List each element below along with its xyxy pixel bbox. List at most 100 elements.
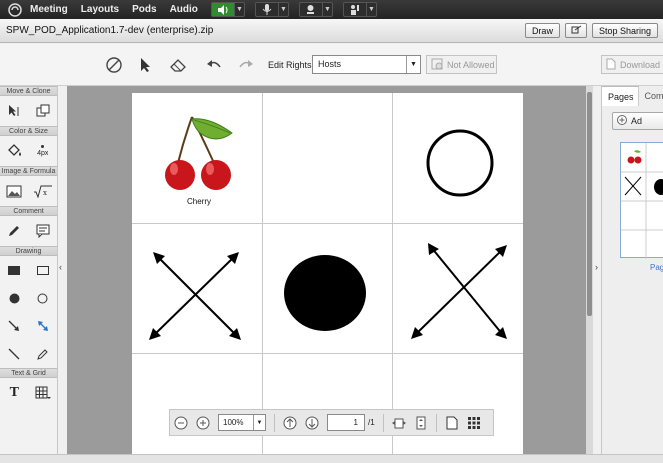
whiteboard-page[interactable]: Cherry — [132, 93, 523, 454]
chevron-down-icon[interactable]: ▼ — [233, 2, 244, 17]
image-icon[interactable] — [0, 176, 29, 206]
page-number-input[interactable]: 1 — [327, 414, 365, 431]
select-tool-icon[interactable] — [0, 96, 29, 126]
status-control[interactable]: ▼ — [342, 2, 377, 17]
download-label: Download — [620, 59, 661, 70]
double-arrow-tool-icon[interactable] — [29, 311, 58, 341]
whiteboard-canvas[interactable]: Cherry 100% ▼ 1 /1 — [67, 86, 593, 454]
chevron-down-icon[interactable]: ▼ — [277, 2, 288, 17]
next-page-icon[interactable] — [301, 416, 323, 430]
menu-layouts[interactable]: Layouts — [81, 4, 119, 15]
speaker-icon — [211, 3, 234, 16]
collapse-left-icon[interactable]: ‹ — [59, 262, 67, 272]
pod-title-bar: SPW_POD_Application1.7-dev (enterprise).… — [0, 19, 663, 43]
arrow-tool-icon[interactable] — [0, 311, 29, 341]
edit-rights-label: Edit Rights : — [268, 60, 317, 70]
divider — [274, 413, 275, 432]
pen-tool-icon[interactable] — [29, 339, 58, 369]
menu-meeting[interactable]: Meeting — [30, 4, 68, 15]
menu-pods[interactable]: Pods — [132, 4, 156, 15]
grid-line — [262, 93, 263, 454]
crossed-arrows-shape[interactable] — [145, 248, 245, 348]
section-image-formula: Image & Formula — [0, 166, 57, 176]
download-button[interactable]: Download — [601, 55, 663, 74]
filled-rectangle-icon[interactable] — [0, 255, 29, 285]
formula-icon[interactable]: x — [29, 176, 58, 206]
pointer-icon[interactable] — [136, 55, 156, 75]
line-tool-icon[interactable] — [0, 339, 29, 369]
vertical-scrollbar[interactable] — [586, 86, 593, 454]
previous-page-icon[interactable] — [279, 416, 301, 430]
sync-icon — [570, 25, 582, 37]
fit-width-icon[interactable] — [388, 416, 410, 430]
pages-panel: Pages Comm Ad Pag — [601, 86, 663, 454]
fit-page-icon[interactable] — [410, 416, 432, 430]
circle-outline-shape[interactable] — [425, 128, 495, 198]
chevron-down-icon[interactable]: ▼ — [365, 2, 376, 17]
file-name: SPW_POD_Application1.7-dev (enterprise).… — [6, 25, 214, 36]
stroke-dot-icon — [41, 145, 45, 148]
cherry-image[interactable] — [160, 111, 240, 193]
rectangle-outline-icon[interactable] — [29, 255, 58, 285]
edit-rights-select[interactable]: Hosts ▼ — [312, 55, 421, 74]
chevron-down-icon[interactable]: ▼ — [253, 415, 265, 430]
grid-view-icon[interactable] — [463, 416, 485, 429]
filled-circle-icon[interactable] — [0, 283, 29, 313]
cherry-label: Cherry — [187, 197, 212, 206]
add-page-label: Ad — [631, 116, 643, 126]
stop-sharing-button[interactable]: Stop Sharing — [591, 23, 658, 38]
add-icon — [617, 115, 627, 127]
tab-comments[interactable]: Comm — [639, 86, 663, 106]
filled-ellipse-shape[interactable] — [282, 253, 368, 333]
divider — [382, 413, 384, 432]
not-allowed-label: Not Allowed — [447, 59, 495, 70]
add-page-button[interactable]: Ad — [612, 112, 663, 130]
text-tool-icon[interactable]: T — [0, 378, 29, 408]
pencil-icon[interactable] — [0, 216, 29, 246]
collapse-right-icon[interactable]: › — [595, 262, 598, 272]
speaker-control[interactable]: ▼ — [210, 2, 245, 17]
app-logo-icon — [0, 2, 30, 17]
lock-icon — [431, 58, 443, 72]
redo-icon[interactable] — [236, 55, 256, 75]
grid-line — [132, 353, 523, 354]
clear-icon[interactable] — [104, 55, 124, 75]
section-text-grid: Text & Grid — [0, 368, 57, 378]
top-menu-bar: Meeting Layouts Pods Audio ▼ ▼ ▼ ▼ — [0, 0, 663, 19]
draw-button[interactable]: Draw — [524, 23, 560, 38]
page-thumbnail[interactable] — [620, 142, 663, 259]
bottom-status-strip — [0, 454, 663, 463]
section-comment: Comment — [0, 206, 57, 216]
grid-tool-icon[interactable] — [29, 378, 58, 408]
zoom-toolbar: 100% ▼ 1 /1 — [169, 409, 494, 436]
scrollbar-thumb[interactable] — [587, 92, 592, 316]
zoom-level-select[interactable]: 100% ▼ — [218, 414, 266, 431]
single-page-icon[interactable] — [441, 416, 463, 430]
fill-color-icon[interactable] — [0, 136, 29, 166]
not-allowed-button[interactable]: Not Allowed — [426, 55, 497, 74]
tab-pages[interactable]: Pages — [602, 86, 639, 106]
stroke-size-control[interactable]: 4px — [29, 136, 58, 166]
eraser-icon[interactable] — [168, 55, 188, 75]
zoom-in-icon[interactable] — [192, 416, 214, 430]
clone-tool-icon[interactable] — [29, 96, 58, 126]
stroke-size-label: 4px — [37, 150, 49, 157]
grid-line — [132, 223, 523, 224]
page-thumbnail-label[interactable]: Pag — [650, 263, 663, 272]
microphone-control[interactable]: ▼ — [254, 2, 289, 17]
grid-line — [392, 93, 393, 454]
undo-icon[interactable] — [204, 55, 224, 75]
zoom-out-icon[interactable] — [170, 416, 192, 430]
chevron-down-icon[interactable]: ▼ — [406, 56, 420, 73]
menu-audio[interactable]: Audio — [170, 4, 198, 15]
section-color-size: Color & Size — [0, 126, 57, 136]
page-total-label: /1 — [368, 418, 375, 427]
divider — [435, 413, 437, 432]
raise-hand-icon — [344, 4, 366, 15]
comment-icon[interactable] — [29, 216, 58, 246]
chevron-down-icon[interactable]: ▼ — [321, 2, 332, 17]
camera-control[interactable]: ▼ — [298, 2, 333, 17]
circle-outline-icon[interactable] — [29, 283, 58, 313]
crossed-arrows-shape[interactable] — [407, 243, 512, 343]
sync-button[interactable] — [564, 23, 587, 38]
